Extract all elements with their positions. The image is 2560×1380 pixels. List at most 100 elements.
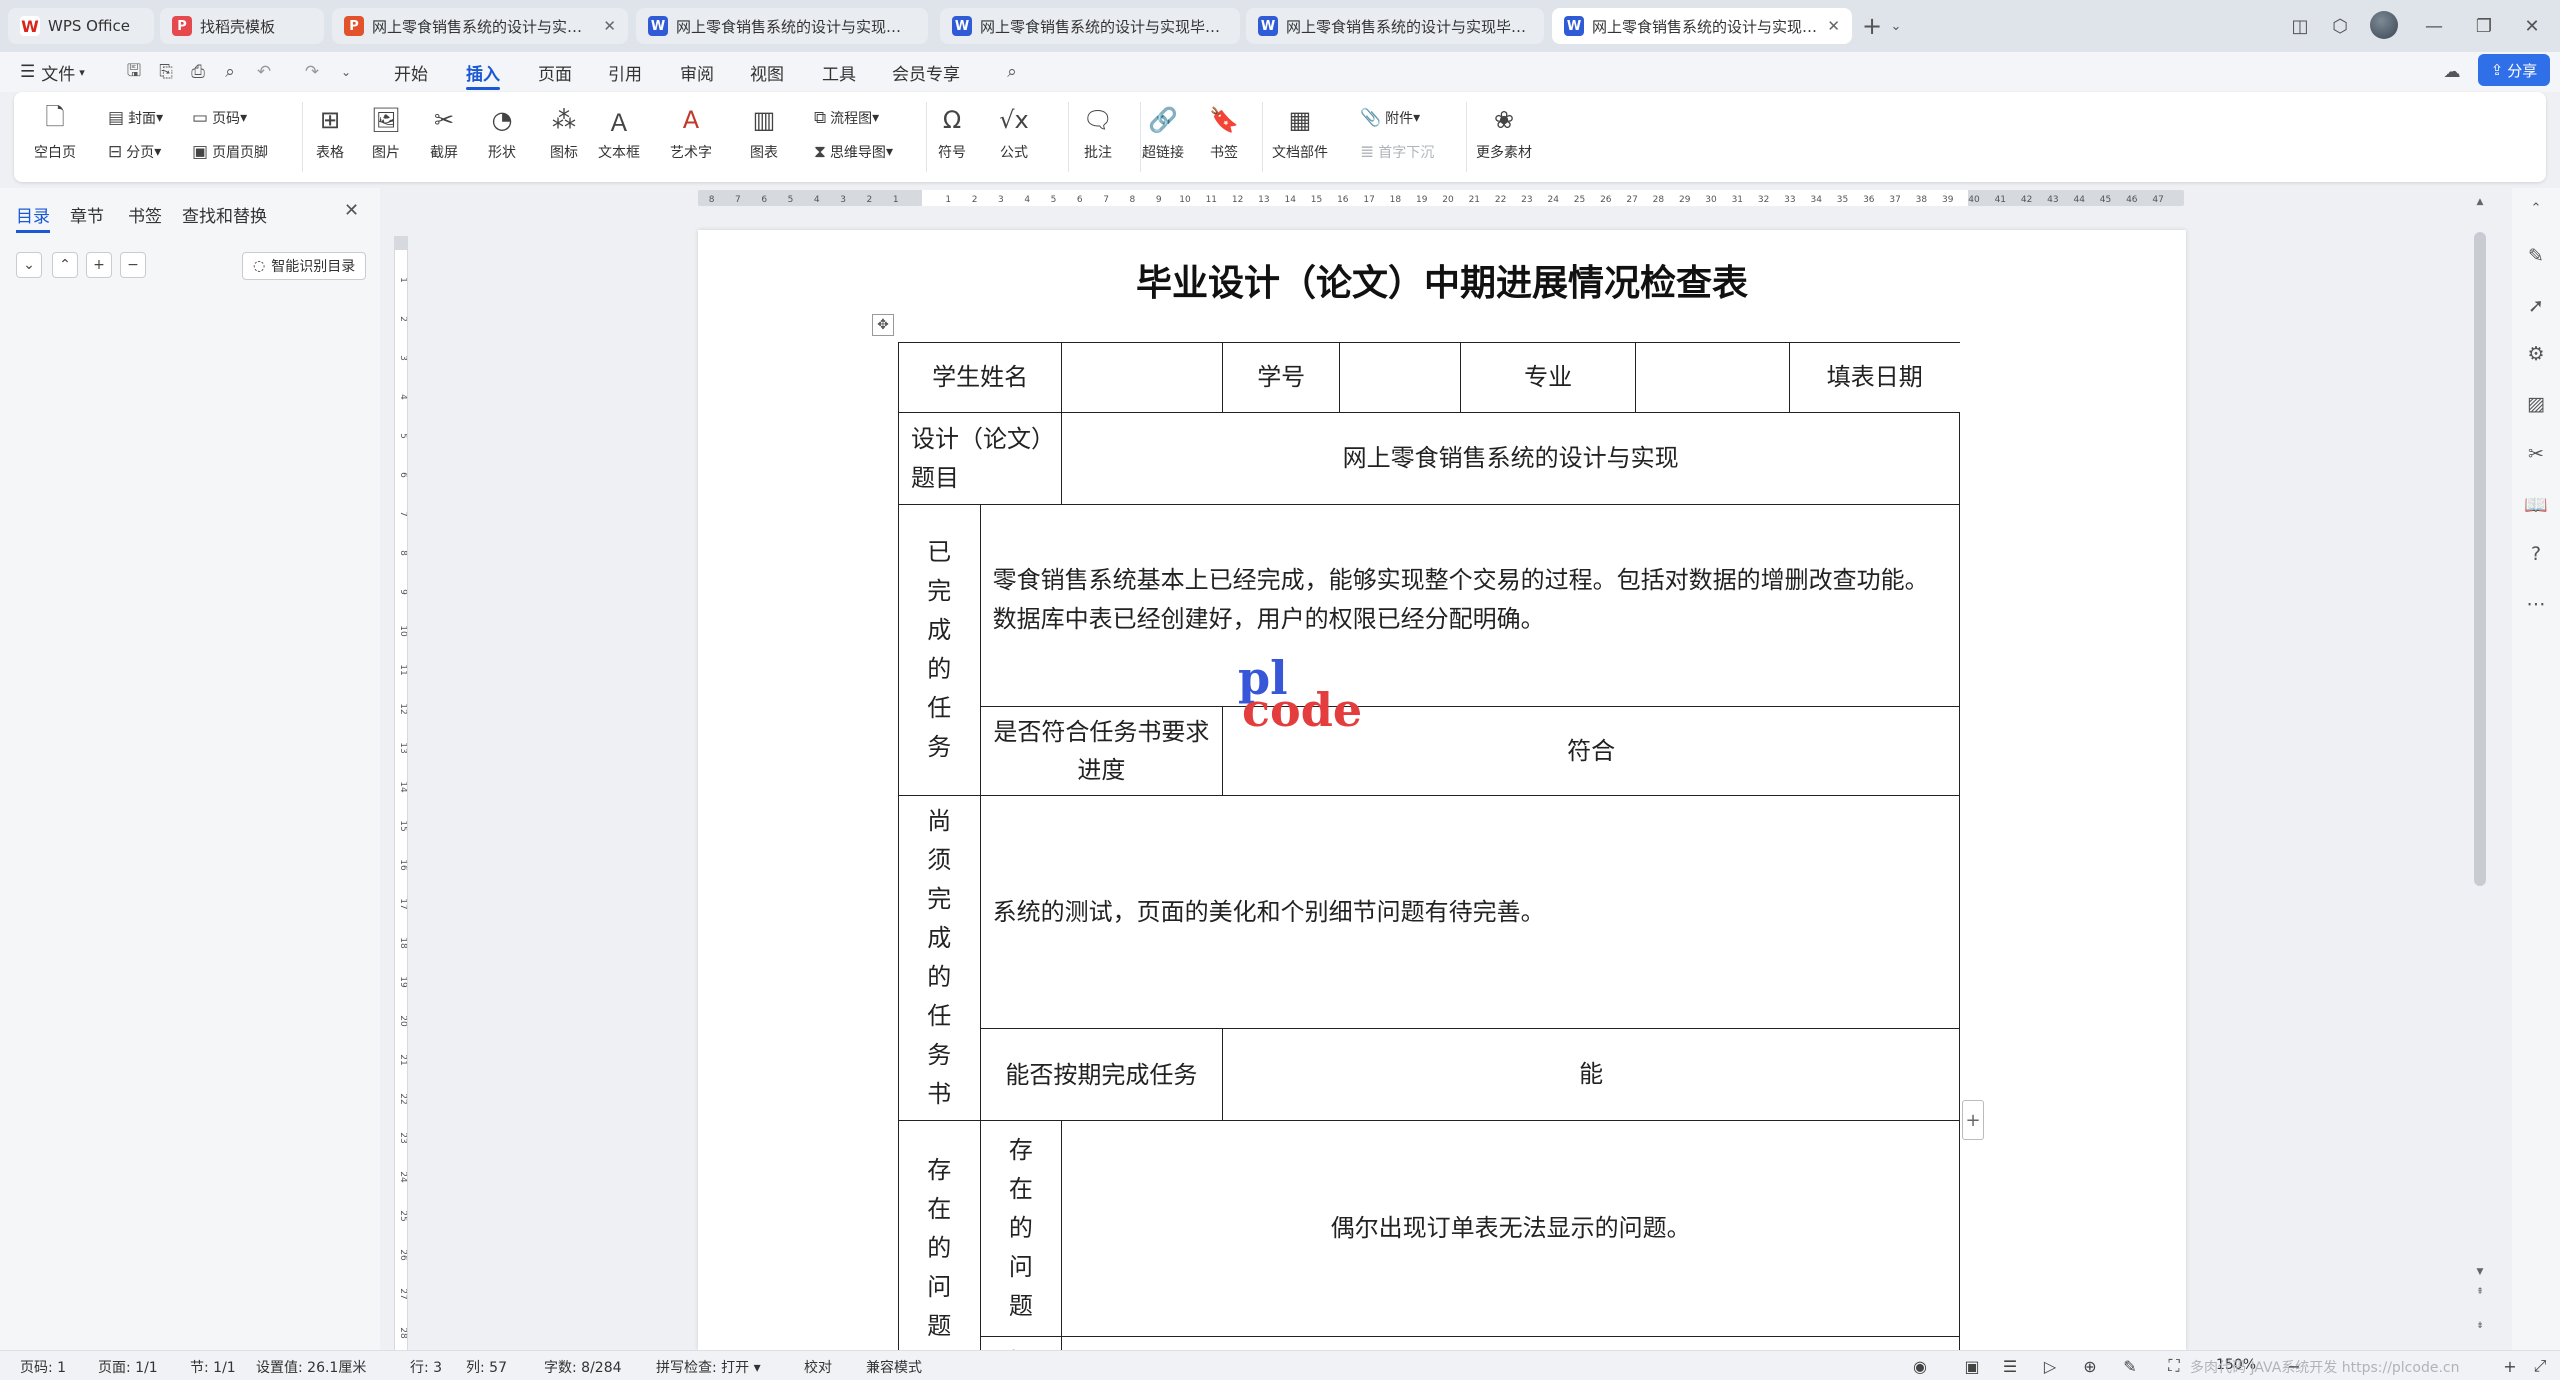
picture-button[interactable]: 🖼 图片 bbox=[370, 104, 402, 162]
help-icon[interactable]: ? bbox=[2524, 542, 2548, 566]
scroll-up-icon[interactable]: ▲ bbox=[2474, 196, 2486, 208]
table-button[interactable]: ⊞ 表格 bbox=[314, 104, 346, 162]
close-icon[interactable]: ✕ bbox=[1827, 17, 1840, 35]
status-section[interactable]: 节: 1/1 bbox=[190, 1357, 236, 1377]
redo-icon[interactable]: ↷ bbox=[300, 60, 324, 84]
shape-button[interactable]: ◔ 形状 bbox=[486, 104, 518, 162]
major-cell[interactable] bbox=[1634, 342, 1791, 413]
add-row-icon[interactable]: + bbox=[1962, 1100, 1984, 1140]
menu-view[interactable]: 视图 bbox=[750, 52, 784, 92]
file-menu[interactable]: ☰ 文件 ▾ bbox=[20, 52, 85, 92]
search-icon[interactable]: ⌕ bbox=[1000, 60, 1024, 84]
plan-cell[interactable] bbox=[1061, 1336, 1960, 1350]
layout-icon[interactable]: ◫ bbox=[2286, 12, 2314, 40]
save-icon[interactable]: 🖫 bbox=[122, 60, 146, 84]
tab-template-store[interactable]: P 找稻壳模板 bbox=[160, 8, 324, 44]
menu-page[interactable]: 页面 bbox=[538, 52, 572, 92]
status-setting[interactable]: 设置值: 26.1厘米 bbox=[256, 1357, 366, 1377]
icon-button[interactable]: ⁂ 图标 bbox=[548, 104, 580, 162]
tab-document-pdf[interactable]: P 网上零食销售系统的设计与实现毕业 ✕ bbox=[332, 8, 628, 44]
nav-tab-find-replace[interactable]: 查找和替换 bbox=[182, 202, 267, 227]
prev-page-icon[interactable]: ⇞ bbox=[2474, 1286, 2486, 1298]
header-footer-button[interactable]: ▣ 页眉页脚 bbox=[192, 142, 268, 162]
close-icon[interactable]: ✕ bbox=[344, 200, 359, 221]
more-icon[interactable]: ⋯ bbox=[2524, 592, 2548, 616]
doc-parts-button[interactable]: ▦ 文档部件 bbox=[1272, 104, 1328, 162]
collapse-chevron-icon[interactable]: ⌄ bbox=[16, 252, 42, 278]
fit-page-icon[interactable]: ⛶ bbox=[2164, 1356, 2184, 1376]
smart-toc-button[interactable]: ◌ 智能识别目录 bbox=[242, 252, 367, 280]
web-view-icon[interactable]: ⊕ bbox=[2080, 1356, 2100, 1376]
cloud-sync-icon[interactable]: ☁ bbox=[2440, 60, 2464, 84]
tools-icon[interactable]: ✂ bbox=[2524, 442, 2548, 466]
book-icon[interactable]: 📖 bbox=[2524, 492, 2548, 516]
menu-vip[interactable]: 会员专享 bbox=[892, 52, 960, 92]
fullscreen-icon[interactable]: ⤢ bbox=[2530, 1356, 2550, 1376]
outline-view-icon[interactable]: ☰ bbox=[2000, 1356, 2020, 1376]
hyperlink-button[interactable]: 🔗 超链接 bbox=[1142, 104, 1184, 162]
collapse-chevron-icon[interactable]: ⌃ bbox=[2524, 196, 2548, 220]
comment-button[interactable]: 🗨 批注 bbox=[1082, 104, 1114, 162]
textbox-button[interactable]: Ａ 文本框 bbox=[598, 104, 640, 162]
menu-home[interactable]: 开始 bbox=[394, 52, 428, 92]
menu-tools[interactable]: 工具 bbox=[822, 52, 856, 92]
image-tool-icon[interactable]: ▨ bbox=[2524, 392, 2548, 416]
status-proofread[interactable]: 校对 bbox=[804, 1357, 832, 1377]
customize-chevron-icon[interactable]: ⌄ bbox=[334, 60, 358, 84]
zoom-out-icon[interactable]: − bbox=[2284, 1356, 2304, 1376]
tab-document-4[interactable]: W 网上零食销售系统的设计与实现毕业设 bbox=[1246, 8, 1544, 44]
sliders-icon[interactable]: ⚙ bbox=[2524, 342, 2548, 366]
scroll-down-icon[interactable]: ▼ bbox=[2474, 1266, 2486, 1278]
symbol-button[interactable]: Ω 符号 bbox=[936, 104, 968, 162]
status-line[interactable]: 行: 3 bbox=[410, 1357, 442, 1377]
pen-mode-icon[interactable]: ✎ bbox=[2120, 1356, 2140, 1376]
wordart-button[interactable]: A 艺术字 bbox=[670, 104, 712, 162]
status-spell-check[interactable]: 拼写检查: 打开 ▾ bbox=[656, 1357, 761, 1377]
chart-button[interactable]: ▥ 图表 bbox=[748, 104, 780, 162]
meets-schedule-value[interactable]: 符合 bbox=[1222, 706, 1960, 796]
mindmap-button[interactable]: ⧗ 思维导图 ▾ bbox=[814, 142, 893, 162]
tab-document-2[interactable]: W 网上零食销售系统的设计与实现毕业设 bbox=[636, 8, 928, 44]
play-icon[interactable]: ▷ bbox=[2040, 1356, 2060, 1376]
add-heading-icon[interactable]: + bbox=[86, 252, 112, 278]
status-column[interactable]: 列: 57 bbox=[466, 1357, 507, 1377]
bookmark-button[interactable]: 🔖 书签 bbox=[1208, 104, 1240, 162]
pointer-icon[interactable]: ➚ bbox=[2524, 294, 2548, 318]
formula-button[interactable]: √x 公式 bbox=[998, 104, 1030, 162]
nav-tab-bookmarks[interactable]: 书签 bbox=[128, 202, 162, 227]
horizontal-ruler[interactable]: 8 7 6 5 4 3 2 1 1 2 3 4 5 6 7 8 9 10 11 12 13 14 15 16 17 18 19 20 2… bbox=[698, 190, 2184, 206]
print-icon[interactable]: ⎙ bbox=[186, 60, 210, 84]
screenshot-button[interactable]: ✂ 截屏 bbox=[428, 104, 460, 162]
tab-document-3[interactable]: W 网上零食销售系统的设计与实现毕业设 bbox=[940, 8, 1240, 44]
menu-insert[interactable]: 插入 bbox=[466, 52, 500, 92]
page-view-icon[interactable]: ▣ bbox=[1962, 1356, 1982, 1376]
remaining-tasks-text[interactable]: 系统的测试，页面的美化和个别细节问题有待完善。 bbox=[979, 794, 1961, 1030]
close-icon[interactable]: ✕ bbox=[603, 17, 616, 35]
student-id-cell[interactable] bbox=[1339, 342, 1462, 413]
zoom-in-icon[interactable]: + bbox=[2500, 1356, 2520, 1376]
completed-tasks-text[interactable]: 零食销售系统基本上已经完成，能够实现整个交易的过程。包括对数据的增删改查功能。数… bbox=[979, 504, 1961, 707]
drop-cap-button[interactable]: ≣ 首字下沉 bbox=[1360, 142, 1434, 162]
on-time-value[interactable]: 能 bbox=[1222, 1028, 1960, 1121]
export-icon[interactable]: ⎘ bbox=[154, 60, 178, 84]
page-number-button[interactable]: ▭ 页码 ▾ bbox=[192, 108, 247, 128]
next-page-icon[interactable]: ⇟ bbox=[2474, 1320, 2486, 1332]
menu-review[interactable]: 审阅 bbox=[680, 52, 714, 92]
document-page[interactable]: 毕业设计（论文）中期进展情况检查表 ✥ 学生姓名 学号 专业 填表日期 设计（论… bbox=[698, 230, 2186, 1350]
table-move-icon[interactable]: ✥ bbox=[872, 314, 894, 336]
flowchart-button[interactable]: ⧉ 流程图 ▾ bbox=[814, 108, 879, 128]
blank-page-button[interactable]: 🗋 空白页 bbox=[34, 103, 76, 162]
issues-text[interactable]: 偶尔出现订单表无法显示的问题。 bbox=[1061, 1120, 1960, 1337]
nav-tab-sections[interactable]: 章节 bbox=[70, 202, 104, 227]
menu-references[interactable]: 引用 bbox=[608, 52, 642, 92]
cover-button[interactable]: ▤ 封面 ▾ bbox=[108, 108, 163, 128]
status-pages[interactable]: 页面: 1/1 bbox=[98, 1357, 158, 1377]
tab-wps-office[interactable]: W WPS Office bbox=[8, 8, 154, 44]
restore-icon[interactable]: ❐ bbox=[2470, 12, 2498, 40]
close-window-icon[interactable]: ✕ bbox=[2518, 12, 2546, 40]
vertical-scrollbar[interactable] bbox=[2474, 232, 2486, 886]
print-preview-icon[interactable]: ⌕ bbox=[218, 60, 242, 84]
student-name-cell[interactable] bbox=[1061, 342, 1224, 413]
topic-value[interactable]: 网上零食销售系统的设计与实现 bbox=[1061, 412, 1960, 505]
page-break-button[interactable]: ⊟ 分页 ▾ bbox=[108, 142, 161, 162]
